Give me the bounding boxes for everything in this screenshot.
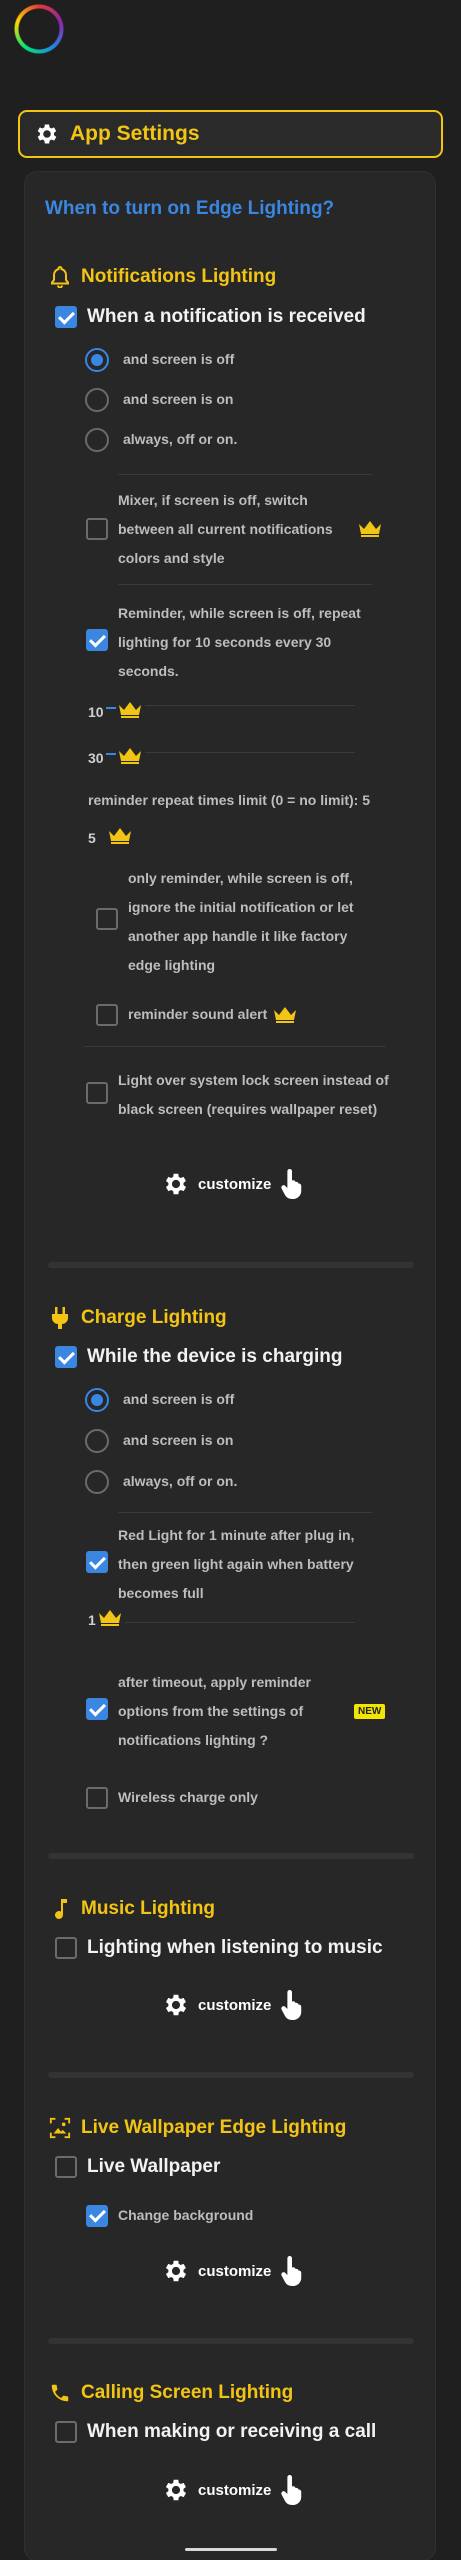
change-background-checkbox[interactable] (86, 2204, 108, 2227)
calling-checkbox[interactable]: When making or receiving a call (55, 2421, 376, 2443)
lock-screen-option[interactable]: Light over system lock screen instead of… (86, 1066, 406, 1124)
section-divider (48, 1853, 414, 1859)
checkbox-unchecked[interactable] (55, 1937, 77, 1959)
notification-received-label: When a notification is received (87, 306, 366, 327)
crown-icon (108, 827, 132, 844)
crown-icon (118, 701, 142, 718)
after-timeout-checkbox[interactable] (86, 1698, 108, 1720)
music-note-icon (49, 1898, 71, 1920)
section-divider (48, 2072, 414, 2078)
live-wallpaper-label: Live Wallpaper (87, 2156, 221, 2177)
notif-radio-screen-on[interactable]: and screen is on (85, 385, 233, 414)
charge-radio-screen-off[interactable]: and screen is off (85, 1385, 234, 1414)
new-badge: NEW (354, 1704, 386, 1719)
checkbox-unchecked[interactable] (55, 2156, 77, 2178)
bell-icon (49, 266, 71, 288)
checkbox-checked[interactable] (55, 306, 77, 328)
section-divider (48, 1262, 414, 1268)
music-customize-button[interactable]: customize (162, 1990, 305, 2020)
app-logo-ring (13, 3, 65, 55)
charge-radio-screen-on[interactable]: and screen is on (85, 1426, 233, 1455)
calling-section-title: Calling Screen Lighting (49, 2382, 293, 2404)
reminder-checkbox[interactable] (86, 629, 108, 651)
change-background-option[interactable]: Change background (86, 2201, 253, 2230)
charge-section-title: Charge Lighting (49, 1307, 227, 1329)
repeat-limit-label: reminder repeat times limit (0 = no limi… (88, 792, 371, 808)
sound-alert-checkbox[interactable] (96, 1003, 118, 1026)
wallpaper-icon (49, 2117, 71, 2139)
red-light-checkbox[interactable] (86, 1551, 108, 1573)
checkbox-checked[interactable] (55, 1346, 77, 1368)
question-heading: When to turn on Edge Lighting? (45, 198, 335, 219)
slider-value: 5 (88, 830, 96, 846)
hand-pointer-icon (279, 1169, 305, 1199)
divider (84, 1046, 386, 1047)
red-light-slider[interactable]: 1 (88, 1612, 122, 1628)
calling-label: When making or receiving a call (87, 2421, 377, 2442)
app-settings-header[interactable]: App Settings (18, 110, 443, 158)
plug-icon (49, 1307, 71, 1329)
slider-value: 1 (88, 1612, 96, 1628)
only-reminder-checkbox[interactable] (96, 908, 118, 930)
wallpaper-section-title: Live Wallpaper Edge Lighting (49, 2117, 346, 2139)
crown-icon (358, 520, 382, 537)
gear-icon (34, 121, 60, 147)
wireless-option[interactable]: Wireless charge only (86, 1783, 258, 1812)
slider-track (145, 752, 355, 753)
slider-track (145, 705, 355, 706)
mixer-checkbox[interactable] (86, 518, 108, 540)
wallpaper-customize-button[interactable]: customize (162, 2256, 305, 2286)
notifications-section-title: Notifications Lighting (49, 266, 276, 288)
repeat-limit-slider[interactable]: 5 (88, 830, 132, 846)
crown-icon (273, 1006, 297, 1023)
red-light-option[interactable]: Red Light for 1 minute after plug in, th… (86, 1521, 386, 1608)
mixer-option[interactable]: Mixer, if screen is off, switch between … (86, 486, 386, 573)
divider (118, 584, 372, 585)
music-label: Lighting when listening to music (87, 1937, 383, 1958)
gear-icon (162, 2257, 190, 2285)
crown-icon (98, 1609, 122, 1626)
reminder-duration-slider[interactable]: 10 (88, 704, 142, 720)
hand-pointer-icon (279, 1990, 305, 2020)
divider (118, 1512, 372, 1513)
after-timeout-option[interactable]: after timeout, apply reminder options fr… (86, 1668, 386, 1755)
slider-track (125, 1622, 355, 1623)
reminder-interval-slider[interactable]: 30 (88, 750, 142, 766)
sound-alert-option[interactable]: reminder sound alert (96, 1000, 297, 1029)
wireless-checkbox[interactable] (86, 1786, 108, 1809)
divider (118, 474, 372, 475)
notification-received-checkbox[interactable]: When a notification is received (55, 306, 366, 328)
crown-icon (118, 747, 142, 764)
header-title: App Settings (70, 122, 200, 145)
music-section-title: Music Lighting (49, 1898, 215, 1920)
notif-radio-always[interactable]: always, off or on. (85, 425, 237, 454)
gear-icon (162, 1991, 190, 2019)
phone-icon (49, 2382, 71, 2404)
only-reminder-option[interactable]: only reminder, while screen is off, igno… (96, 864, 396, 980)
reminder-option[interactable]: Reminder, while screen is off, repeat li… (86, 599, 386, 686)
notifications-customize-button[interactable]: customize (162, 1169, 305, 1199)
gear-icon (162, 1170, 190, 1198)
checkbox-unchecked[interactable] (55, 2421, 77, 2443)
live-wallpaper-checkbox[interactable]: Live Wallpaper (55, 2156, 220, 2178)
hand-pointer-icon (279, 2256, 305, 2286)
charging-label: While the device is charging (87, 1346, 343, 1367)
slider-value: 10 (88, 704, 104, 720)
notif-radio-screen-off[interactable]: and screen is off (85, 345, 234, 374)
section-divider (48, 2338, 414, 2344)
home-indicator[interactable] (185, 2548, 277, 2551)
music-checkbox[interactable]: Lighting when listening to music (55, 1937, 383, 1959)
charging-checkbox[interactable]: While the device is charging (55, 1346, 343, 1368)
slider-value: 30 (88, 750, 104, 766)
gear-icon (162, 2476, 190, 2504)
lock-screen-checkbox[interactable] (86, 1082, 108, 1104)
charge-radio-always[interactable]: always, off or on. (85, 1467, 237, 1496)
hand-pointer-icon (279, 2475, 305, 2505)
calling-customize-button[interactable]: customize (162, 2475, 305, 2505)
